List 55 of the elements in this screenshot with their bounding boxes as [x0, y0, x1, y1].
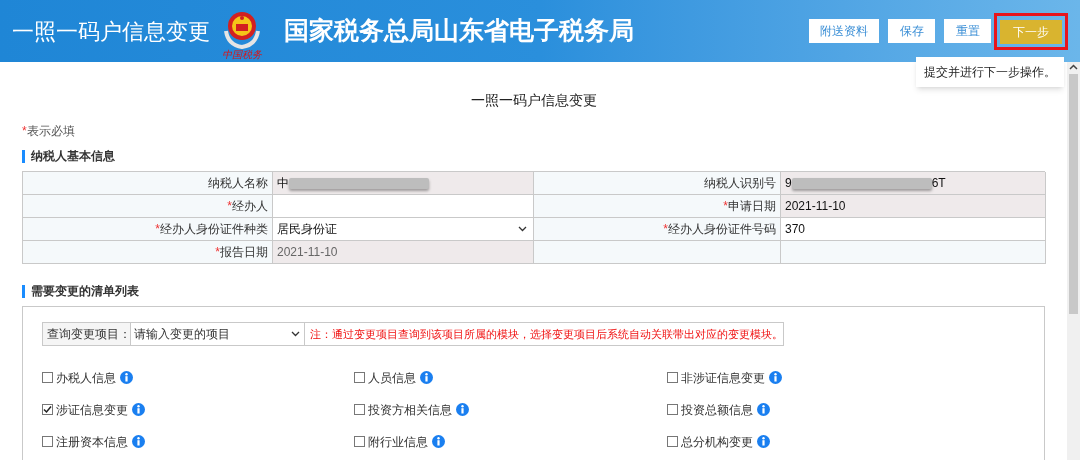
- checkbox-label: 注册资本信息: [56, 433, 128, 451]
- search-select[interactable]: 请输入变更的项目: [131, 323, 305, 345]
- input-field[interactable]: 中: [273, 172, 533, 194]
- checkbox-label: 附行业信息: [368, 433, 428, 451]
- field-label: *申请日期: [723, 198, 776, 215]
- input-field[interactable]: 2021-11-10: [273, 241, 533, 263]
- info-icon[interactable]: [120, 371, 133, 384]
- chevron-down-icon: [518, 226, 527, 232]
- info-icon[interactable]: [757, 403, 770, 416]
- page-title: 一照一码户信息变更: [12, 17, 210, 46]
- emblem-caption: 中国税务: [222, 48, 262, 60]
- checkbox[interactable]: [667, 436, 678, 447]
- checkbox-label: 人员信息: [368, 369, 416, 387]
- checkbox-label: 投资方相关信息: [368, 401, 452, 419]
- info-icon[interactable]: [432, 435, 445, 448]
- checkbox-label: 投资总额信息: [681, 401, 753, 419]
- field-label: 纳税人识别号: [704, 175, 776, 192]
- checkbox[interactable]: [42, 436, 53, 447]
- info-icon[interactable]: [769, 371, 782, 384]
- checkbox-label: 办税人信息: [56, 369, 116, 387]
- scrollbar[interactable]: [1067, 62, 1080, 460]
- chevron-down-icon: [291, 331, 300, 337]
- checkbox-label: 非涉证信息变更: [681, 369, 765, 387]
- field-label: *经办人身份证件号码: [663, 221, 776, 238]
- input-field[interactable]: 2021-11-10: [781, 195, 1045, 217]
- checkbox[interactable]: [667, 404, 678, 415]
- info-icon[interactable]: [420, 371, 433, 384]
- required-note: *表示必填: [22, 123, 76, 140]
- checkbox[interactable]: [42, 372, 53, 383]
- field-label: *经办人身份证件种类: [155, 221, 268, 238]
- site-title: 国家税务总局山东省电子税务局: [284, 15, 634, 47]
- checkbox[interactable]: [354, 372, 365, 383]
- checkbox[interactable]: [354, 404, 365, 415]
- checkbox-label: 涉证信息变更: [56, 401, 128, 419]
- toolbar-button[interactable]: 附送资料: [809, 19, 879, 43]
- checkbox[interactable]: [354, 436, 365, 447]
- info-icon[interactable]: [456, 403, 469, 416]
- checkbox[interactable]: [667, 372, 678, 383]
- checkbox[interactable]: [42, 404, 53, 415]
- search-label: 查询变更项目：: [43, 323, 131, 345]
- toolbar-button[interactable]: 保存: [888, 19, 935, 43]
- scrollbar-thumb[interactable]: [1069, 74, 1078, 314]
- tooltip: 提交并进行下一步操作。: [916, 56, 1064, 87]
- input-field[interactable]: 9 6T: [781, 172, 1045, 194]
- field-label: *经办人: [227, 198, 268, 215]
- info-icon[interactable]: [132, 403, 145, 416]
- note-text: 注：通过变更项目查询到该项目所属的模块，选择变更项目后系统自动关联带出对应的变更模块。: [309, 326, 783, 342]
- form-title: 一照一码户信息变更: [469, 91, 598, 110]
- scroll-up-icon[interactable]: [1069, 64, 1078, 70]
- checkbox-label: 总分机构变更: [681, 433, 753, 451]
- info-icon[interactable]: [132, 435, 145, 448]
- toolbar-button[interactable]: 重置: [944, 19, 991, 43]
- field-label: 纳税人名称: [208, 175, 268, 192]
- field-label: *报告日期: [215, 244, 268, 261]
- info-icon[interactable]: [757, 435, 770, 448]
